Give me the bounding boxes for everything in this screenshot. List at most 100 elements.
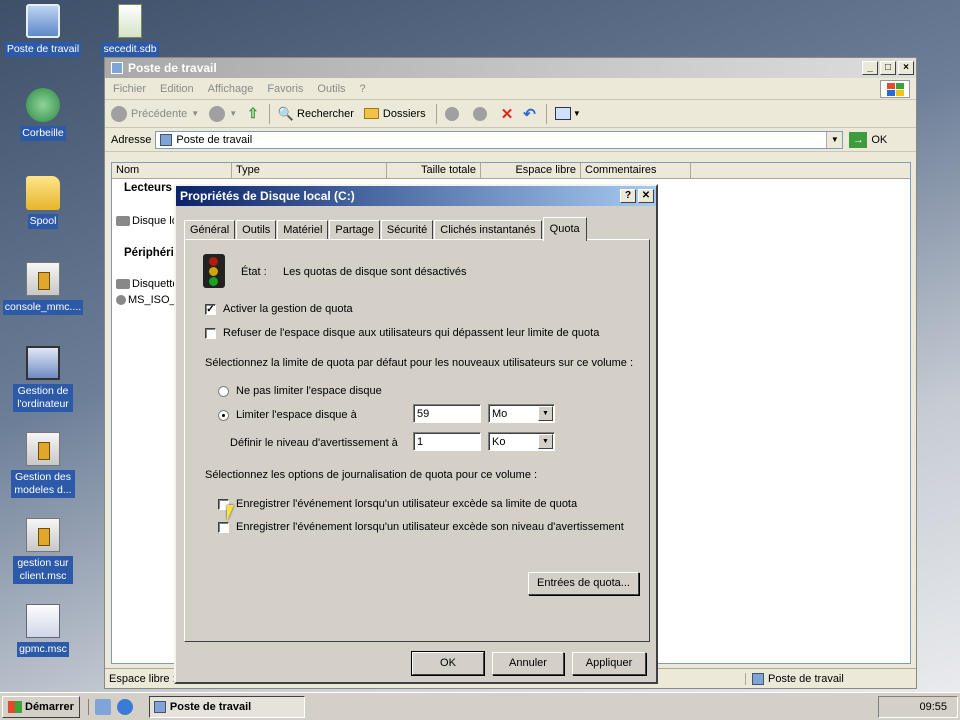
clock[interactable]: 09:55 xyxy=(919,701,947,713)
desktop-icon-gestion-ordinateur[interactable]: Gestion de l'ordinateur xyxy=(0,346,88,412)
limit-label: Limiter l'espace disque à xyxy=(236,409,357,421)
enable-quota-label: Activer la gestion de quota xyxy=(223,303,353,315)
forward-button[interactable]: ▼ xyxy=(209,105,238,122)
dialog-title: Propriétés de Disque local (C:) xyxy=(180,189,355,203)
computer-icon xyxy=(111,62,123,74)
toolbar-separator xyxy=(268,103,270,124)
tab-cliches-instantanes[interactable]: Clichés instantanés xyxy=(434,220,542,240)
enable-quota-checkbox[interactable]: ✓ xyxy=(205,304,216,315)
status-value: Les quotas de disque sont désactivés xyxy=(283,266,467,278)
log-warning-label: Enregistrer l'événement lorsqu'un utilis… xyxy=(236,521,624,533)
quick-launch xyxy=(87,698,139,715)
column-taille-totale[interactable]: Taille totale xyxy=(387,163,481,178)
cancel-button[interactable]: Annuler xyxy=(492,652,564,675)
chevron-down-icon[interactable]: ▼ xyxy=(538,406,553,421)
desktop-icon-secedit[interactable]: secedit.sdb xyxy=(85,4,175,57)
desktop-icon-console-mmc[interactable]: console_mmc.... xyxy=(0,262,88,315)
menu-edition[interactable]: Edition xyxy=(160,83,194,95)
list-item[interactable]: Disque lo xyxy=(116,215,178,227)
desktop-icon-gestion-client[interactable]: gestion sur client.msc xyxy=(0,518,88,584)
limit-radio[interactable] xyxy=(218,410,229,421)
log-warning-checkbox[interactable] xyxy=(218,522,229,533)
minimize-button[interactable]: _ xyxy=(862,61,878,75)
address-label: Adresse xyxy=(111,133,152,146)
move-to-button[interactable] xyxy=(444,106,463,121)
up-arrow-icon: ⇧ xyxy=(247,105,259,121)
start-button[interactable]: Démarrer xyxy=(2,695,80,718)
tab-materiel[interactable]: Matériel xyxy=(277,220,329,240)
item-label: Disque lo xyxy=(132,215,178,227)
up-folder-button[interactable]: ⇧ xyxy=(247,105,259,122)
item-label: MS_ISO_ xyxy=(128,294,176,306)
tab-quota[interactable]: Quota xyxy=(542,217,587,241)
folder-icon xyxy=(26,176,60,210)
chevron-down-icon: ▼ xyxy=(229,109,238,118)
desktop-icon-gestion-modeles[interactable]: Gestion des modeles d... xyxy=(0,432,88,498)
list-item[interactable]: Disquette xyxy=(116,278,178,290)
menu-bar: Fichier Edition Affichage Favoris Outils… xyxy=(105,78,916,100)
address-value: Poste de travail xyxy=(176,133,253,146)
no-limit-radio[interactable] xyxy=(218,386,229,397)
desktop-icon-gpmc[interactable]: gpmc.msc xyxy=(0,604,88,657)
list-item[interactable]: MS_ISO_ xyxy=(116,294,176,306)
column-espace-libre[interactable]: Espace libre xyxy=(481,163,581,178)
help-button[interactable]: ? xyxy=(620,189,636,203)
limit-unit-select[interactable]: Mo ▼ xyxy=(488,404,555,423)
show-desktop-icon[interactable] xyxy=(94,698,111,715)
status-right: Poste de travail xyxy=(745,672,844,685)
ok-button[interactable]: OK xyxy=(411,651,485,676)
go-button[interactable]: → OK xyxy=(849,131,887,148)
dialog-close-button[interactable]: ✕ xyxy=(638,189,654,203)
taskbar: Démarrer Poste de travail 09:55 xyxy=(0,692,960,720)
warning-unit-select[interactable]: Ko ▼ xyxy=(488,432,555,451)
chevron-down-icon[interactable]: ▼ xyxy=(538,434,553,449)
folders-button[interactable]: Dossiers xyxy=(363,108,426,120)
menu-affichage[interactable]: Affichage xyxy=(208,83,254,95)
close-button[interactable]: × xyxy=(898,61,914,75)
desktop-icon-spool[interactable]: Spool xyxy=(0,176,88,229)
tab-general[interactable]: Général xyxy=(184,220,236,240)
copy-to-button[interactable] xyxy=(472,106,491,121)
maximize-button[interactable]: □ xyxy=(880,61,896,75)
menu-fichier[interactable]: Fichier xyxy=(113,83,146,95)
tab-securite[interactable]: Sécurité xyxy=(380,220,434,240)
mmc-console-icon xyxy=(26,432,60,466)
column-type[interactable]: Type xyxy=(232,163,387,178)
taskbar-item-poste-de-travail[interactable]: Poste de travail xyxy=(148,695,305,718)
views-button[interactable]: ▼ xyxy=(554,107,581,120)
delete-button[interactable]: ✕ xyxy=(501,105,514,123)
desktop-icon-poste-de-travail[interactable]: Poste de travail xyxy=(0,4,88,57)
address-input[interactable]: Poste de travail ▼ xyxy=(155,130,844,149)
desktop-icon-label: Poste de travail xyxy=(4,42,82,57)
menu-help[interactable]: ? xyxy=(360,83,366,95)
deny-space-checkbox[interactable] xyxy=(205,328,216,339)
undo-button[interactable]: ↶ xyxy=(523,105,536,123)
desktop-icon-label: gpmc.msc xyxy=(17,642,69,657)
limit-unit-value: Mo xyxy=(492,408,508,420)
column-commentaires[interactable]: Commentaires xyxy=(581,163,691,178)
menu-outils[interactable]: Outils xyxy=(317,83,345,95)
warning-value-input[interactable]: 1 xyxy=(413,432,481,451)
traffic-light-icon xyxy=(203,254,225,288)
internet-explorer-icon[interactable] xyxy=(116,698,133,715)
chevron-down-icon[interactable]: ▼ xyxy=(826,131,843,148)
windows-flag-icon xyxy=(8,700,22,713)
delete-x-icon: ✕ xyxy=(500,105,514,123)
menu-favoris[interactable]: Favoris xyxy=(267,83,303,95)
back-button[interactable]: Précédente ▼ xyxy=(111,105,199,122)
apply-button[interactable]: Appliquer xyxy=(572,652,646,675)
quota-entries-button[interactable]: Entrées de quota... xyxy=(528,572,639,595)
toolbar-separator xyxy=(545,103,547,124)
computer-icon xyxy=(153,700,166,713)
tab-partage[interactable]: Partage xyxy=(329,220,380,240)
column-nom[interactable]: Nom xyxy=(112,163,232,178)
desktop-icon-corbeille[interactable]: Corbeille xyxy=(0,88,88,141)
desktop-icon-label: Spool xyxy=(27,214,59,229)
group-header-drives: Lecteurs xyxy=(124,182,172,194)
search-button[interactable]: 🔍 Rechercher xyxy=(278,106,354,122)
mmc-console-icon xyxy=(26,262,60,296)
tab-outils[interactable]: Outils xyxy=(236,220,277,240)
limit-value-input[interactable]: 59 xyxy=(413,404,481,423)
explorer-titlebar[interactable]: Poste de travail _ □ × xyxy=(105,58,916,78)
dialog-titlebar[interactable]: Propriétés de Disque local (C:) ? ✕ xyxy=(176,186,656,206)
